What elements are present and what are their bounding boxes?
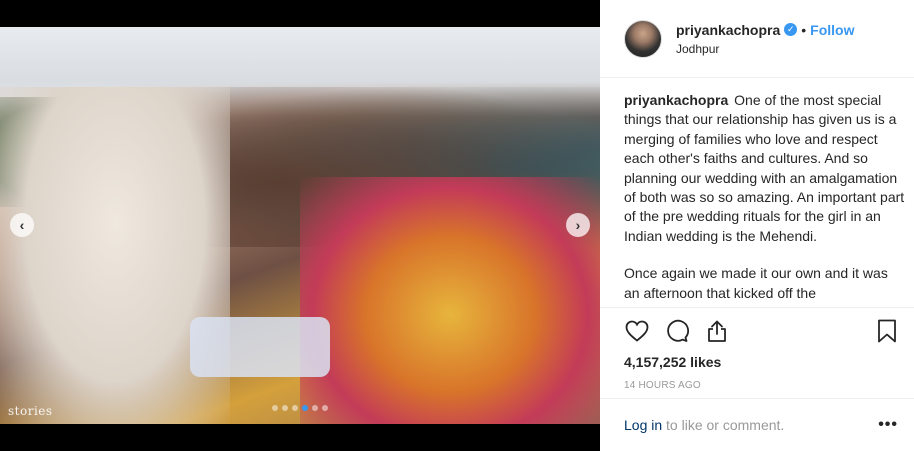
carousel-indicator xyxy=(272,405,328,411)
author-username[interactable]: priyankachopra xyxy=(676,22,780,38)
post-header: priyankachopra ✓ • Follow Jodhpur xyxy=(600,0,914,78)
heart-icon xyxy=(625,320,649,342)
comment-footer: Log in to like or comment. ••• xyxy=(600,398,914,451)
chevron-left-icon: ‹ xyxy=(19,217,25,233)
carousel-dot xyxy=(282,405,288,411)
login-prompt-text: to like or comment. xyxy=(662,417,785,433)
carousel-dot xyxy=(322,405,328,411)
caption-area: priyankachopra One of the most special t… xyxy=(600,79,914,307)
caption-text-2: Once again we made it our own and it was… xyxy=(624,265,888,301)
bookmark-icon xyxy=(878,319,896,343)
action-bar xyxy=(624,308,900,354)
carousel-next-button[interactable]: › xyxy=(566,213,590,237)
carousel-prev-button[interactable]: ‹ xyxy=(10,213,34,237)
caption: priyankachopra One of the most special t… xyxy=(624,91,906,303)
carousel-dot xyxy=(302,405,308,411)
carousel-dot xyxy=(312,405,318,411)
comment-button[interactable] xyxy=(664,318,690,344)
share-icon xyxy=(708,320,726,342)
chevron-right-icon: › xyxy=(575,217,581,233)
carousel-dot xyxy=(292,405,298,411)
location-link[interactable]: Jodhpur xyxy=(676,42,855,56)
comment-icon xyxy=(667,319,689,342)
photo-watermark: stories xyxy=(8,404,53,418)
photo-pillow xyxy=(190,317,330,377)
avatar[interactable] xyxy=(624,19,662,58)
photo-bride xyxy=(300,177,600,424)
verified-badge-icon: ✓ xyxy=(784,23,798,36)
post-timestamp[interactable]: 14 HOURS AGO xyxy=(624,380,900,391)
more-options-button[interactable]: ••• xyxy=(878,416,898,434)
likes-count[interactable]: 4,157,252 likes xyxy=(624,354,900,370)
carousel-dot xyxy=(272,405,278,411)
save-button[interactable] xyxy=(874,318,900,344)
post-media[interactable]: stories ‹ › xyxy=(0,27,600,424)
header-separator: • xyxy=(801,21,807,38)
caption-username[interactable]: priyankachopra xyxy=(624,92,728,108)
actions-section: 4,157,252 likes 14 HOURS AGO xyxy=(600,307,914,391)
caption-text-1: One of the most special things that our … xyxy=(624,92,905,244)
share-button[interactable] xyxy=(704,318,730,344)
post-panel: priyankachopra ✓ • Follow Jodhpur priyan… xyxy=(600,0,914,451)
login-link[interactable]: Log in xyxy=(624,417,662,433)
like-button[interactable] xyxy=(624,318,650,344)
follow-button[interactable]: Follow xyxy=(810,22,854,38)
